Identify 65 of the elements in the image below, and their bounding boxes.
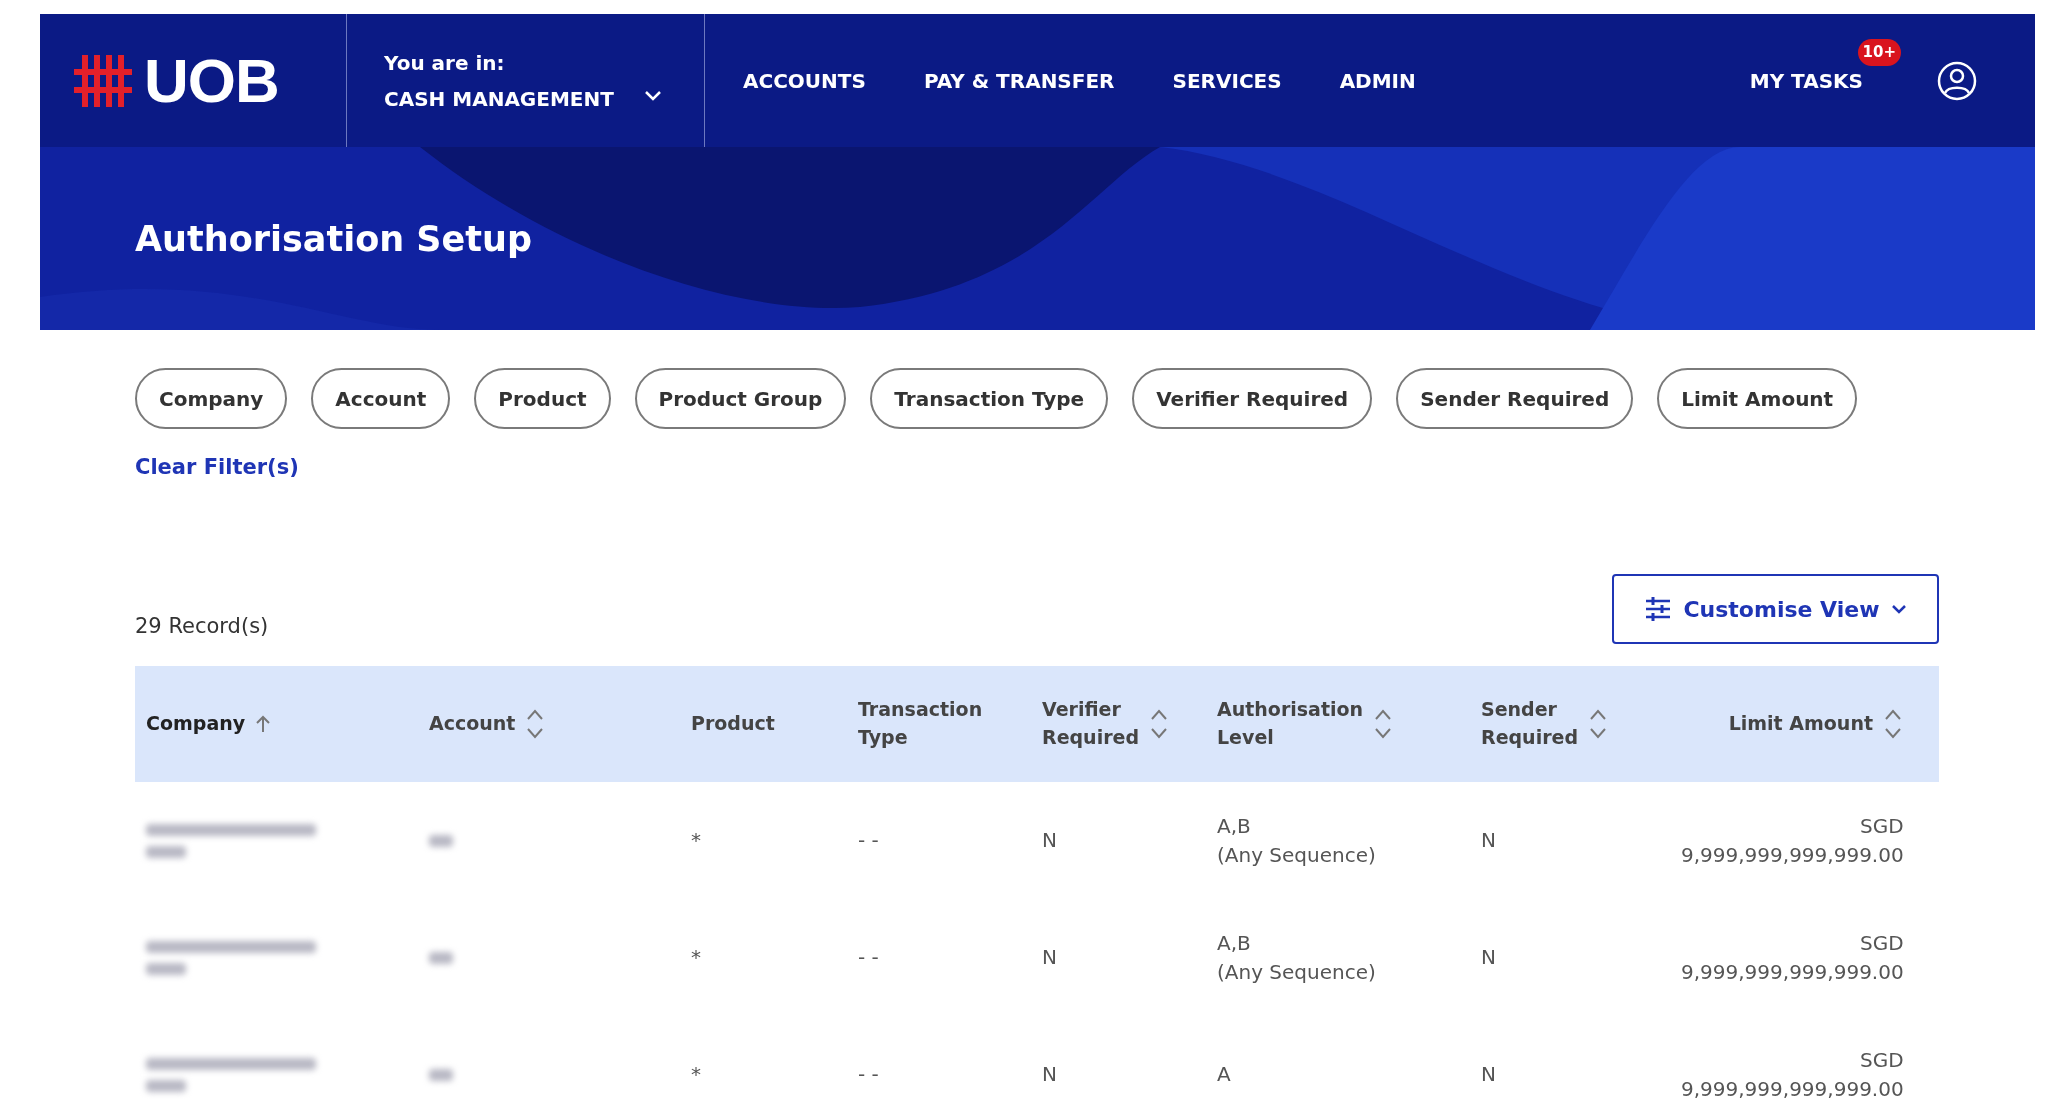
table-cell-text: N (1481, 827, 1497, 854)
table-cell-text: A (1217, 1061, 1232, 1088)
table-cell-text: * (691, 1061, 702, 1088)
filter-chip[interactable]: Product (474, 368, 611, 429)
sort-icon[interactable] (1373, 708, 1394, 740)
column-header[interactable]: Sender Required (1481, 696, 1608, 752)
column-header[interactable]: Limit Amount (1728, 708, 1903, 740)
filter-chip[interactable]: Verifier Required (1132, 368, 1373, 429)
page-title: Authorisation Setup (135, 218, 532, 259)
table-cell-text: N (1042, 827, 1058, 854)
column-header[interactable]: Authorisation Level (1217, 696, 1394, 752)
record-count: 29 Record(s) (135, 614, 269, 638)
table-cell-text: 9,999,999,999,999.00 (1681, 958, 1904, 986)
table-cell-text: 9,999,999,999,999.00 (1681, 1075, 1904, 1099)
filter-chip[interactable]: Transaction Type (870, 368, 1109, 429)
table-cell-text: N (1481, 944, 1497, 971)
sort-icon[interactable] (525, 708, 546, 740)
table-cell-text: A,B (1217, 929, 1252, 957)
table-cell-text: SGD (1859, 812, 1904, 840)
nav-link[interactable]: SERVICES (1172, 68, 1282, 93)
sort-icon[interactable] (1883, 708, 1903, 740)
table-cell-text: SGD (1859, 929, 1904, 957)
redacted-account (429, 834, 453, 847)
clear-filters-link[interactable]: Clear Filter(s) (135, 455, 299, 479)
sort-icon[interactable] (1149, 708, 1169, 740)
filter-chip[interactable]: Account (311, 368, 451, 429)
nav-link[interactable]: ADMIN (1339, 68, 1416, 93)
table-cell-text: * (691, 944, 702, 971)
table-cell-text: N (1481, 1061, 1497, 1088)
table-cell-text: A,B (1217, 812, 1252, 840)
customise-view-button[interactable]: Customise View (1612, 574, 1939, 644)
filter-chip[interactable]: Company (135, 368, 288, 429)
filter-chip[interactable]: Limit Amount (1657, 368, 1858, 429)
chevron-down-icon (1891, 604, 1906, 614)
chevron-down-icon[interactable] (643, 89, 662, 102)
redacted-account (429, 951, 453, 964)
filter-chip[interactable]: Product Group (634, 368, 847, 429)
nav-link[interactable]: ACCOUNTS (743, 68, 866, 93)
table-cell-text: SGD (1859, 1046, 1904, 1074)
context-value[interactable]: CASH MANAGEMENT (384, 86, 614, 111)
table-cell-text: - - (858, 827, 880, 854)
logo-icon (74, 54, 134, 107)
table-cell-text: N (1042, 944, 1058, 971)
table-cell-text: 9,999,999,999,999.00 (1681, 841, 1904, 869)
table-cell-text: - - (858, 1061, 880, 1088)
logo-text[interactable]: UOB (144, 45, 279, 116)
notification-badge: 10+ (1857, 38, 1901, 66)
column-header[interactable]: Company (146, 710, 272, 738)
nav-link[interactable]: PAY & TRANSFER (923, 68, 1115, 93)
column-header: Product (691, 711, 775, 737)
column-header[interactable]: Verifier Required (1042, 696, 1169, 752)
table-cell-text: (Any Sequence) (1217, 958, 1377, 986)
column-header[interactable]: Account (429, 708, 546, 740)
redacted-account (429, 1068, 453, 1081)
sort-ascending-icon[interactable] (255, 714, 272, 734)
sort-icon[interactable] (1588, 708, 1608, 740)
filter-chip[interactable]: Sender Required (1396, 368, 1634, 429)
context-label: You are in: (384, 50, 506, 75)
column-header: Transaction Type (858, 697, 983, 750)
table-cell-text: * (691, 827, 702, 854)
table-cell-text: (Any Sequence) (1217, 841, 1377, 869)
user-icon[interactable] (1937, 60, 1977, 101)
table-cell-text: N (1042, 1061, 1058, 1088)
table-cell-text: - - (858, 944, 880, 971)
sliders-icon (1645, 597, 1672, 621)
